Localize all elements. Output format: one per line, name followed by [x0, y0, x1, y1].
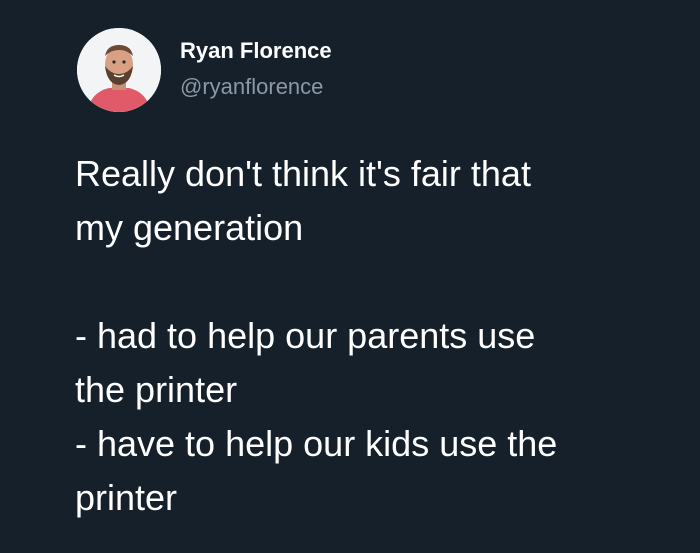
- author-display-name[interactable]: Ryan Florence: [180, 38, 332, 64]
- tweet-text-line: printer: [75, 477, 178, 518]
- tweet-card: Ryan Florence @ryanflorence Really don't…: [0, 0, 700, 553]
- tweet-text: Really don't think it's fair that my gen…: [75, 147, 675, 525]
- tweet-text-line: - have to help our kids use the: [75, 423, 558, 464]
- avatar[interactable]: [77, 28, 161, 112]
- tweet-text-line: - had to help our parents use: [75, 315, 536, 356]
- tweet-text-line: Really don't think it's fair that: [75, 153, 531, 194]
- author-handle[interactable]: @ryanflorence: [180, 74, 323, 100]
- tweet-text-line: my generation: [75, 207, 304, 248]
- avatar-portrait-icon: [77, 28, 161, 112]
- tweet-text-line: the printer: [75, 369, 238, 410]
